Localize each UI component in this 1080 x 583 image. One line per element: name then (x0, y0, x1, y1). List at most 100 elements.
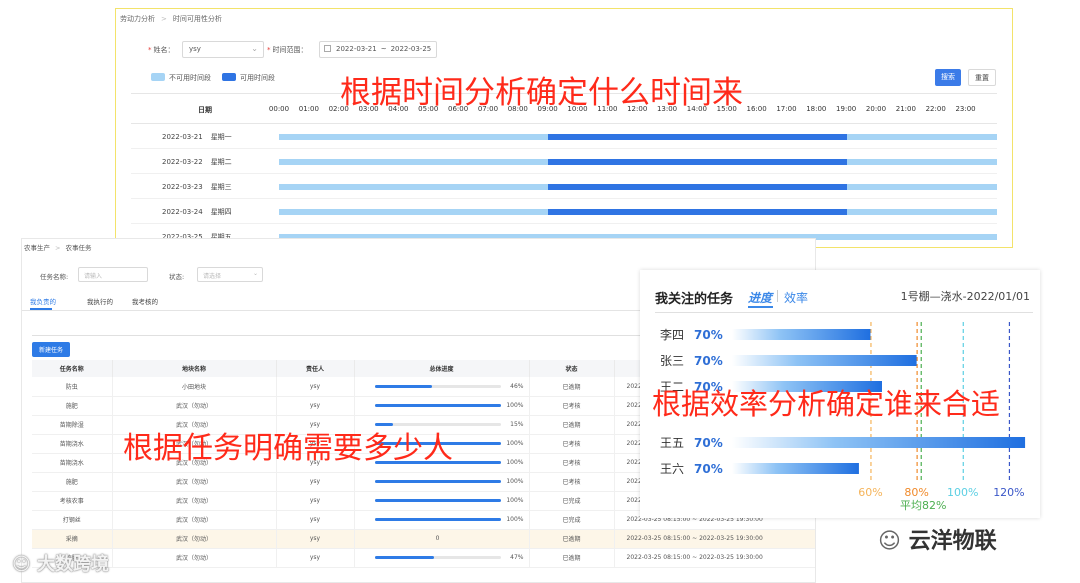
average-label: 平均82% (900, 499, 946, 512)
progress-track (374, 423, 501, 426)
progress-text: 100% (506, 402, 524, 409)
task-name-cell: 考核农事 (32, 491, 113, 511)
owner-cell: ysy (276, 396, 355, 416)
column-header: 地块名称 (112, 360, 277, 377)
table-row[interactable]: 采摘 武汉（勿动） ysy 0 已逾期 2022-03-25 08:15:00 ~ 202… (32, 529, 815, 549)
hour-tick-label: 16:00 (746, 105, 767, 113)
hour-tick-label: 21:00 (895, 105, 916, 113)
efficiency-value: 70% (694, 354, 723, 368)
plot-name-cell: 武汉（勿动） (112, 548, 277, 568)
breadcrumb-item[interactable]: 农事生产 (24, 244, 50, 252)
hour-tick-label: 22:00 (925, 105, 946, 113)
progress-cell: 47% (354, 548, 530, 568)
task-name-input[interactable]: 请输入 (78, 267, 148, 282)
progress-text: 100% (506, 497, 524, 504)
progress-fill (374, 556, 434, 559)
hour-tick-label: 20:00 (865, 105, 887, 113)
legend-swatch (222, 73, 236, 81)
owner-cell: ysy (276, 548, 355, 568)
efficiency-value: 70% (694, 328, 723, 342)
status-label: 状态: (169, 273, 185, 281)
annotation-efficiency: 根据效率分析确定谁来合适 (652, 387, 1001, 421)
progress-cell: 100% (354, 396, 530, 416)
reference-label: 60% (858, 486, 882, 499)
progress-cell: 46% (354, 377, 530, 397)
legend-unavailable: 不可用时间段 (151, 73, 211, 83)
legend-available: 可用时间段 (222, 73, 275, 83)
table-row[interactable]: 施肥 武汉（勿动） ysy 47% 已逾期 2022-03-25 08:15:00 ~ 2… (32, 548, 815, 568)
column-header: 任务名称 (32, 360, 113, 377)
date-range-picker[interactable]: 2022-03-21 ~2022-03-25 (319, 41, 437, 58)
timeline-row: 2022-03-22 星期二 (131, 149, 997, 174)
status-cell: 已考核 (529, 434, 615, 454)
row-date: 2022-03-23 星期三 (162, 183, 232, 191)
task-name-label: 任务名称: (40, 273, 69, 281)
watermark-right: ☺ 云洋物联 (878, 529, 997, 554)
chevron-down-icon: ⌄ (251, 44, 258, 53)
available-bar (548, 209, 848, 215)
annotation-task: 根据任务明确需要多少人 (123, 431, 453, 466)
time-cell: 2022-03-25 08:15:00 ~ 2022-03-25 19:30:0… (614, 548, 815, 568)
reset-button[interactable]: 重置 (968, 69, 996, 86)
task-name-cell: 苗期除湿 (32, 415, 113, 435)
progress-fill (374, 480, 501, 483)
plot-name-cell: 小田地块 (112, 377, 277, 397)
breadcrumb: 劳动力分析 > 时间可用性分析 (120, 15, 222, 23)
task-name-cell: 苗期浇水 (32, 434, 113, 454)
efficiency-value: 70% (694, 462, 723, 476)
owner-cell: ysy (276, 529, 355, 549)
owner-cell: ysy (276, 510, 355, 530)
row-date: 2022-03-22 星期二 (162, 158, 232, 166)
hour-tick-label: 01:00 (298, 105, 319, 113)
plot-name-cell: 武汉（勿动） (112, 472, 277, 492)
status-cell: 已完成 (529, 510, 615, 530)
efficiency-value: 70% (694, 436, 723, 450)
tab-reviewing[interactable]: 我考核的 (132, 296, 158, 306)
row-date: 2022-03-21 星期一 (162, 133, 232, 141)
progress-track (374, 499, 501, 502)
person-name: 王五 (660, 436, 684, 450)
task-name-cell: 打钢丝 (32, 510, 113, 530)
tab-executing[interactable]: 我执行的 (87, 296, 113, 306)
hour-tick-label: 23:00 (955, 105, 976, 113)
search-button[interactable]: 搜索 (935, 69, 961, 86)
breadcrumb-item: 时间可用性分析 (172, 15, 222, 23)
name-label: * 姓名： (148, 46, 175, 54)
plot-name-cell: 武汉（勿动） (112, 529, 277, 549)
name-select[interactable]: ysy ⌄ (182, 41, 264, 58)
person-name: 王六 (660, 462, 684, 476)
status-cell: 已逾期 (529, 377, 615, 397)
status-select[interactable]: 请选择 ⌄ (197, 267, 263, 282)
row-date: 2022-03-24 星期四 (162, 208, 232, 216)
hour-tick-label: 00:00 (268, 105, 290, 113)
progress-track (374, 556, 501, 559)
progress-cell: 0 (354, 529, 530, 549)
progress-cell: 100% (354, 510, 530, 530)
legend-swatch (151, 73, 165, 81)
calendar-icon (324, 45, 331, 52)
progress-track (374, 384, 501, 388)
progress-text: 100% (506, 478, 524, 485)
tab-mine[interactable]: 我负责的 (30, 296, 56, 306)
task-name-cell: 施肥 (32, 472, 113, 492)
plot-name-cell: 武汉（勿动） (112, 491, 277, 511)
progress-fill (374, 404, 501, 407)
efficiency-bar (732, 463, 859, 474)
time-availability-panel: 劳动力分析 > 时间可用性分析 * 姓名： ysy ⌄ * 时间范围： 2022-03-2… (115, 8, 1013, 248)
progress-fill (374, 518, 501, 521)
new-task-button[interactable]: 新建任务 (32, 342, 70, 357)
timeline-row: 2022-03-21 星期一 (131, 124, 997, 149)
breadcrumb-item[interactable]: 劳动力分析 (120, 15, 155, 23)
hour-tick-label: 17:00 (776, 105, 797, 113)
progress-fill (374, 499, 501, 502)
progress-fill (374, 384, 433, 388)
status-cell: 已逾期 (529, 548, 615, 568)
progress-cell: 100% (354, 472, 530, 492)
progress-cell: 100% (354, 491, 530, 511)
breadcrumb: 农事生产 > 农事任务 (24, 244, 92, 252)
breadcrumb-item: 农事任务 (65, 244, 92, 252)
progress-track (374, 518, 501, 521)
task-name-cell: 苗期浇水 (32, 453, 113, 473)
reference-label: 120% (993, 486, 1024, 499)
wechat-icon: ☺ (878, 529, 909, 554)
